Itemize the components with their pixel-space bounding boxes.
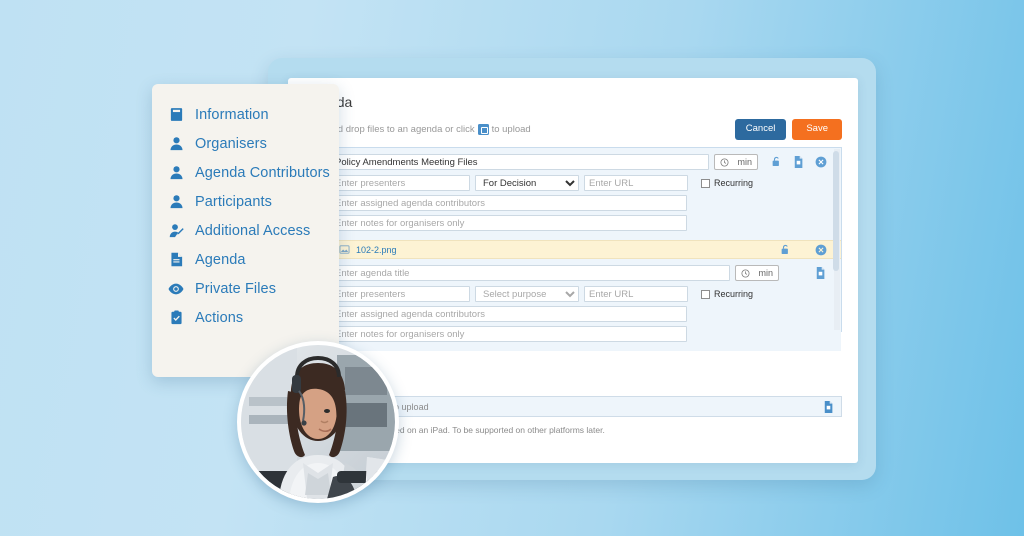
agenda-item-meta-row: Select purpose Recurring bbox=[313, 286, 827, 302]
recurring-checkbox-group[interactable]: Recurring bbox=[693, 289, 753, 299]
agenda-contributors-input[interactable] bbox=[330, 195, 687, 211]
sidebar-item-agenda[interactable]: Agenda bbox=[152, 245, 339, 274]
agenda-section: Agenda Drag and drop files to an agenda … bbox=[288, 78, 858, 351]
agenda-title-input[interactable] bbox=[330, 154, 709, 170]
organiser-notes-input[interactable] bbox=[330, 326, 687, 342]
eye-icon bbox=[168, 281, 184, 297]
purpose-select[interactable]: For Decision bbox=[475, 175, 579, 191]
agenda-item-meta-row: For Decision Recurring bbox=[313, 175, 827, 191]
recurring-label: Recurring bbox=[714, 178, 753, 188]
sidebar-item-label: Private Files bbox=[195, 281, 276, 297]
person-icon bbox=[168, 136, 184, 152]
recurring-checkbox[interactable] bbox=[701, 290, 710, 299]
clock-icon bbox=[720, 158, 729, 167]
sidebar-item-additional-access[interactable]: Additional Access bbox=[152, 216, 339, 245]
sidebar-item-agenda-contributors[interactable]: Agenda Contributors bbox=[152, 158, 339, 187]
upload-file-icon[interactable] bbox=[792, 156, 805, 169]
purpose-select[interactable]: Select purpose bbox=[475, 286, 579, 302]
agenda-list: 1. min bbox=[304, 147, 842, 332]
recurring-checkbox[interactable] bbox=[701, 179, 710, 188]
sidebar-item-label: Agenda bbox=[195, 252, 246, 268]
sidebar-item-label: Organisers bbox=[195, 136, 267, 152]
sidebar-item-label: Additional Access bbox=[195, 223, 310, 239]
sidebar-item-label: Actions bbox=[195, 310, 243, 326]
agenda-item-actions bbox=[784, 267, 827, 280]
remove-circle-icon[interactable] bbox=[814, 156, 827, 169]
agenda-item-header: 1. min bbox=[313, 154, 827, 170]
agenda-item: 2. min bbox=[305, 259, 841, 351]
person-icon bbox=[168, 165, 184, 181]
unlock-icon[interactable] bbox=[779, 243, 792, 256]
contributors-row bbox=[313, 306, 827, 322]
agenda-scrollbar-thumb[interactable] bbox=[833, 151, 839, 271]
sidebar-item-private-files[interactable]: Private Files bbox=[152, 274, 339, 303]
sidebar-item-participants[interactable]: Participants bbox=[152, 187, 339, 216]
agenda-duration-field[interactable]: min bbox=[735, 265, 779, 281]
presenters-input[interactable] bbox=[330, 175, 470, 191]
agenda-contributors-input[interactable] bbox=[330, 306, 687, 322]
presenters-input[interactable] bbox=[330, 286, 470, 302]
avatar bbox=[237, 341, 399, 503]
clipboard-check-icon bbox=[168, 310, 184, 326]
duration-unit-label: min bbox=[737, 157, 752, 167]
person-edit-icon bbox=[168, 223, 184, 239]
clock-icon bbox=[741, 269, 750, 278]
recurring-checkbox-group[interactable]: Recurring bbox=[693, 178, 753, 188]
upload-file-icon[interactable] bbox=[814, 267, 827, 280]
attachment-row: 102-2.png bbox=[305, 240, 841, 259]
notes-row bbox=[313, 215, 827, 231]
image-file-icon bbox=[339, 244, 350, 255]
duration-unit-label: min bbox=[758, 268, 773, 278]
contributors-row bbox=[313, 195, 827, 211]
upload-file-icon[interactable] bbox=[822, 400, 835, 413]
notes-row bbox=[313, 326, 827, 342]
document-icon bbox=[168, 252, 184, 268]
recurring-label: Recurring bbox=[714, 289, 753, 299]
sidebar-item-organisers[interactable]: Organisers bbox=[152, 129, 339, 158]
cancel-button[interactable]: Cancel bbox=[735, 119, 787, 139]
sidebar-item-label: Agenda Contributors bbox=[195, 165, 330, 181]
page-title: Agenda bbox=[304, 94, 842, 110]
agenda-item: 1. min bbox=[305, 148, 841, 240]
woman-with-headset-photo bbox=[241, 345, 395, 499]
sidebar-item-actions[interactable]: Actions bbox=[152, 303, 339, 332]
agenda-scrollbar-track[interactable] bbox=[834, 149, 840, 330]
action-buttons: Cancel Save bbox=[735, 119, 842, 139]
save-button[interactable]: Save bbox=[792, 119, 842, 139]
book-icon bbox=[168, 107, 184, 123]
upload-file-icon[interactable] bbox=[478, 124, 489, 135]
url-input[interactable] bbox=[584, 286, 688, 302]
remove-circle-icon[interactable] bbox=[814, 243, 827, 256]
agenda-duration-field[interactable]: min bbox=[714, 154, 758, 170]
sidebar-nav: Information Organisers Agenda Contributo… bbox=[152, 84, 339, 377]
drag-drop-hint-after: to upload bbox=[492, 124, 531, 135]
url-input[interactable] bbox=[584, 175, 688, 191]
agenda-toolbar: Drag and drop files to an agenda or clic… bbox=[304, 119, 842, 140]
sidebar-item-label: Participants bbox=[195, 194, 272, 210]
organiser-notes-input[interactable] bbox=[330, 215, 687, 231]
agenda-item-header: 2. min bbox=[313, 265, 827, 281]
agenda-title-input[interactable] bbox=[330, 265, 730, 281]
attachment-file-name[interactable]: 102-2.png bbox=[356, 245, 397, 255]
sidebar-item-information[interactable]: Information bbox=[152, 100, 339, 129]
sidebar-item-label: Information bbox=[195, 107, 269, 123]
unlock-icon[interactable] bbox=[770, 156, 783, 169]
attachment-actions bbox=[779, 243, 827, 256]
person-icon bbox=[168, 194, 184, 210]
agenda-item-actions bbox=[763, 156, 827, 169]
